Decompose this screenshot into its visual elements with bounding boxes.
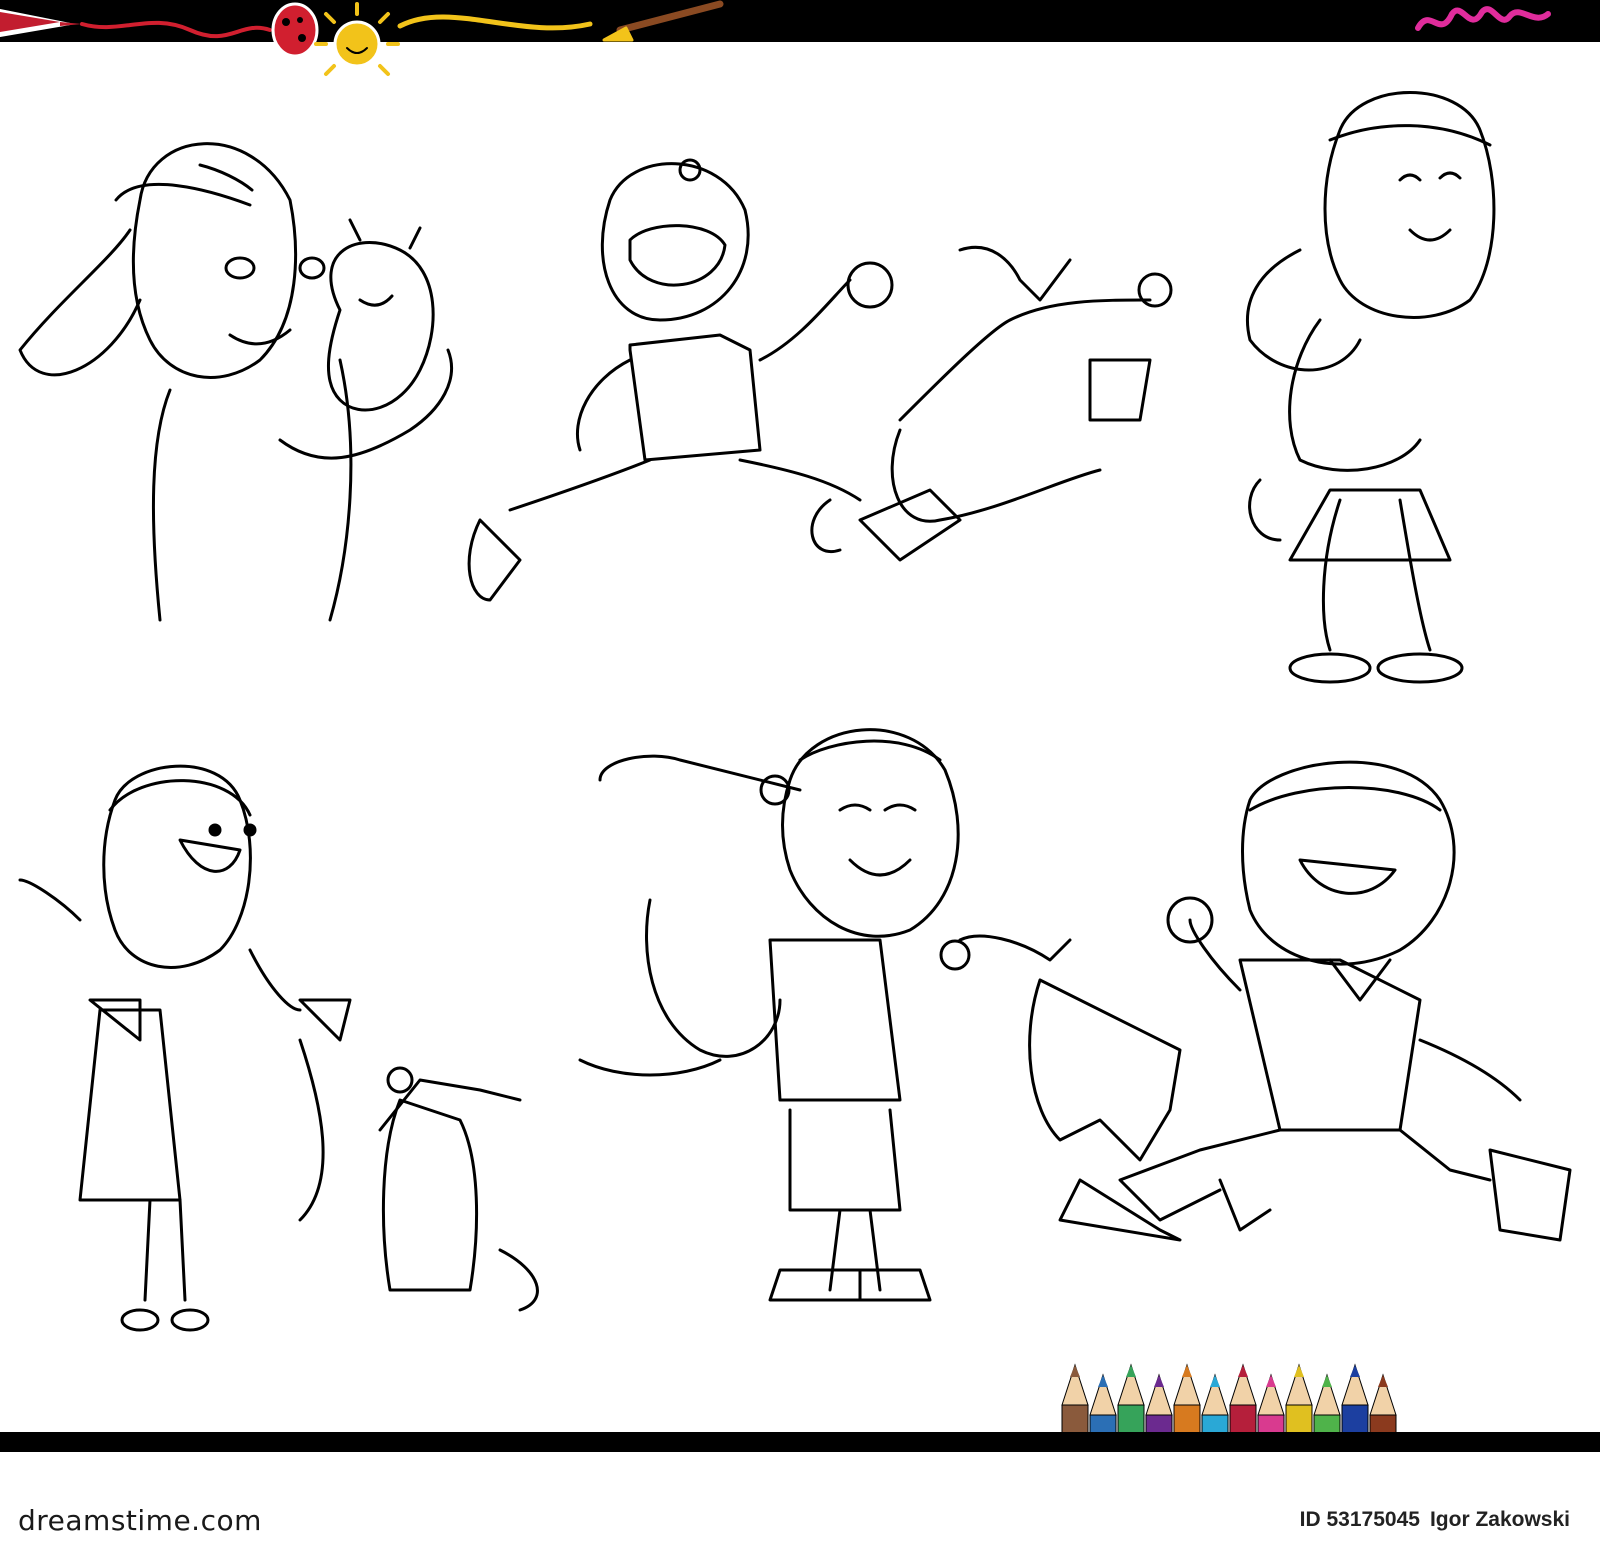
pencil-lead bbox=[1098, 1375, 1108, 1387]
girl-with-dog-on-leash-illustration bbox=[18, 764, 539, 1332]
author-name: Igor Zakowski bbox=[1429, 1508, 1570, 1531]
pencil-lead bbox=[1182, 1365, 1192, 1377]
image-id: ID 53175045 bbox=[1299, 1508, 1420, 1531]
pencil-lead bbox=[1070, 1365, 1080, 1377]
paintbrush-icon bbox=[397, 0, 724, 42]
pencil-lead bbox=[1350, 1365, 1360, 1377]
girl-with-cat-illustration bbox=[1245, 91, 1496, 684]
coloring-page-artwork bbox=[0, 0, 1572, 1565]
pencil-lead bbox=[1294, 1365, 1304, 1377]
pencil-lead bbox=[1126, 1365, 1136, 1377]
brand-watermark-text: dreamstime.com bbox=[18, 1504, 262, 1537]
boy-running-with-dog-illustration bbox=[467, 158, 1173, 602]
boy-hugging-dog-illustration bbox=[578, 728, 960, 1302]
pencil-lead bbox=[1238, 1365, 1248, 1377]
scribble-icon bbox=[1415, 6, 1551, 31]
pencil-lead bbox=[1210, 1375, 1220, 1387]
pencil-lead bbox=[1154, 1375, 1164, 1387]
pencil-icon bbox=[0, 9, 272, 39]
image-credit: ID 53175045 Igor Zakowski bbox=[1300, 1508, 1570, 1532]
bottom-border-bar bbox=[0, 1432, 1600, 1452]
girl-with-hamster-illustration bbox=[18, 142, 454, 622]
ladybug-icon bbox=[271, 2, 319, 58]
pencil-lead bbox=[1378, 1375, 1388, 1387]
boy-running-with-terrier-illustration bbox=[939, 760, 1572, 1242]
pencil-lead bbox=[1322, 1375, 1332, 1387]
pencil-lead bbox=[1266, 1375, 1276, 1387]
sun-icon bbox=[314, 2, 400, 76]
